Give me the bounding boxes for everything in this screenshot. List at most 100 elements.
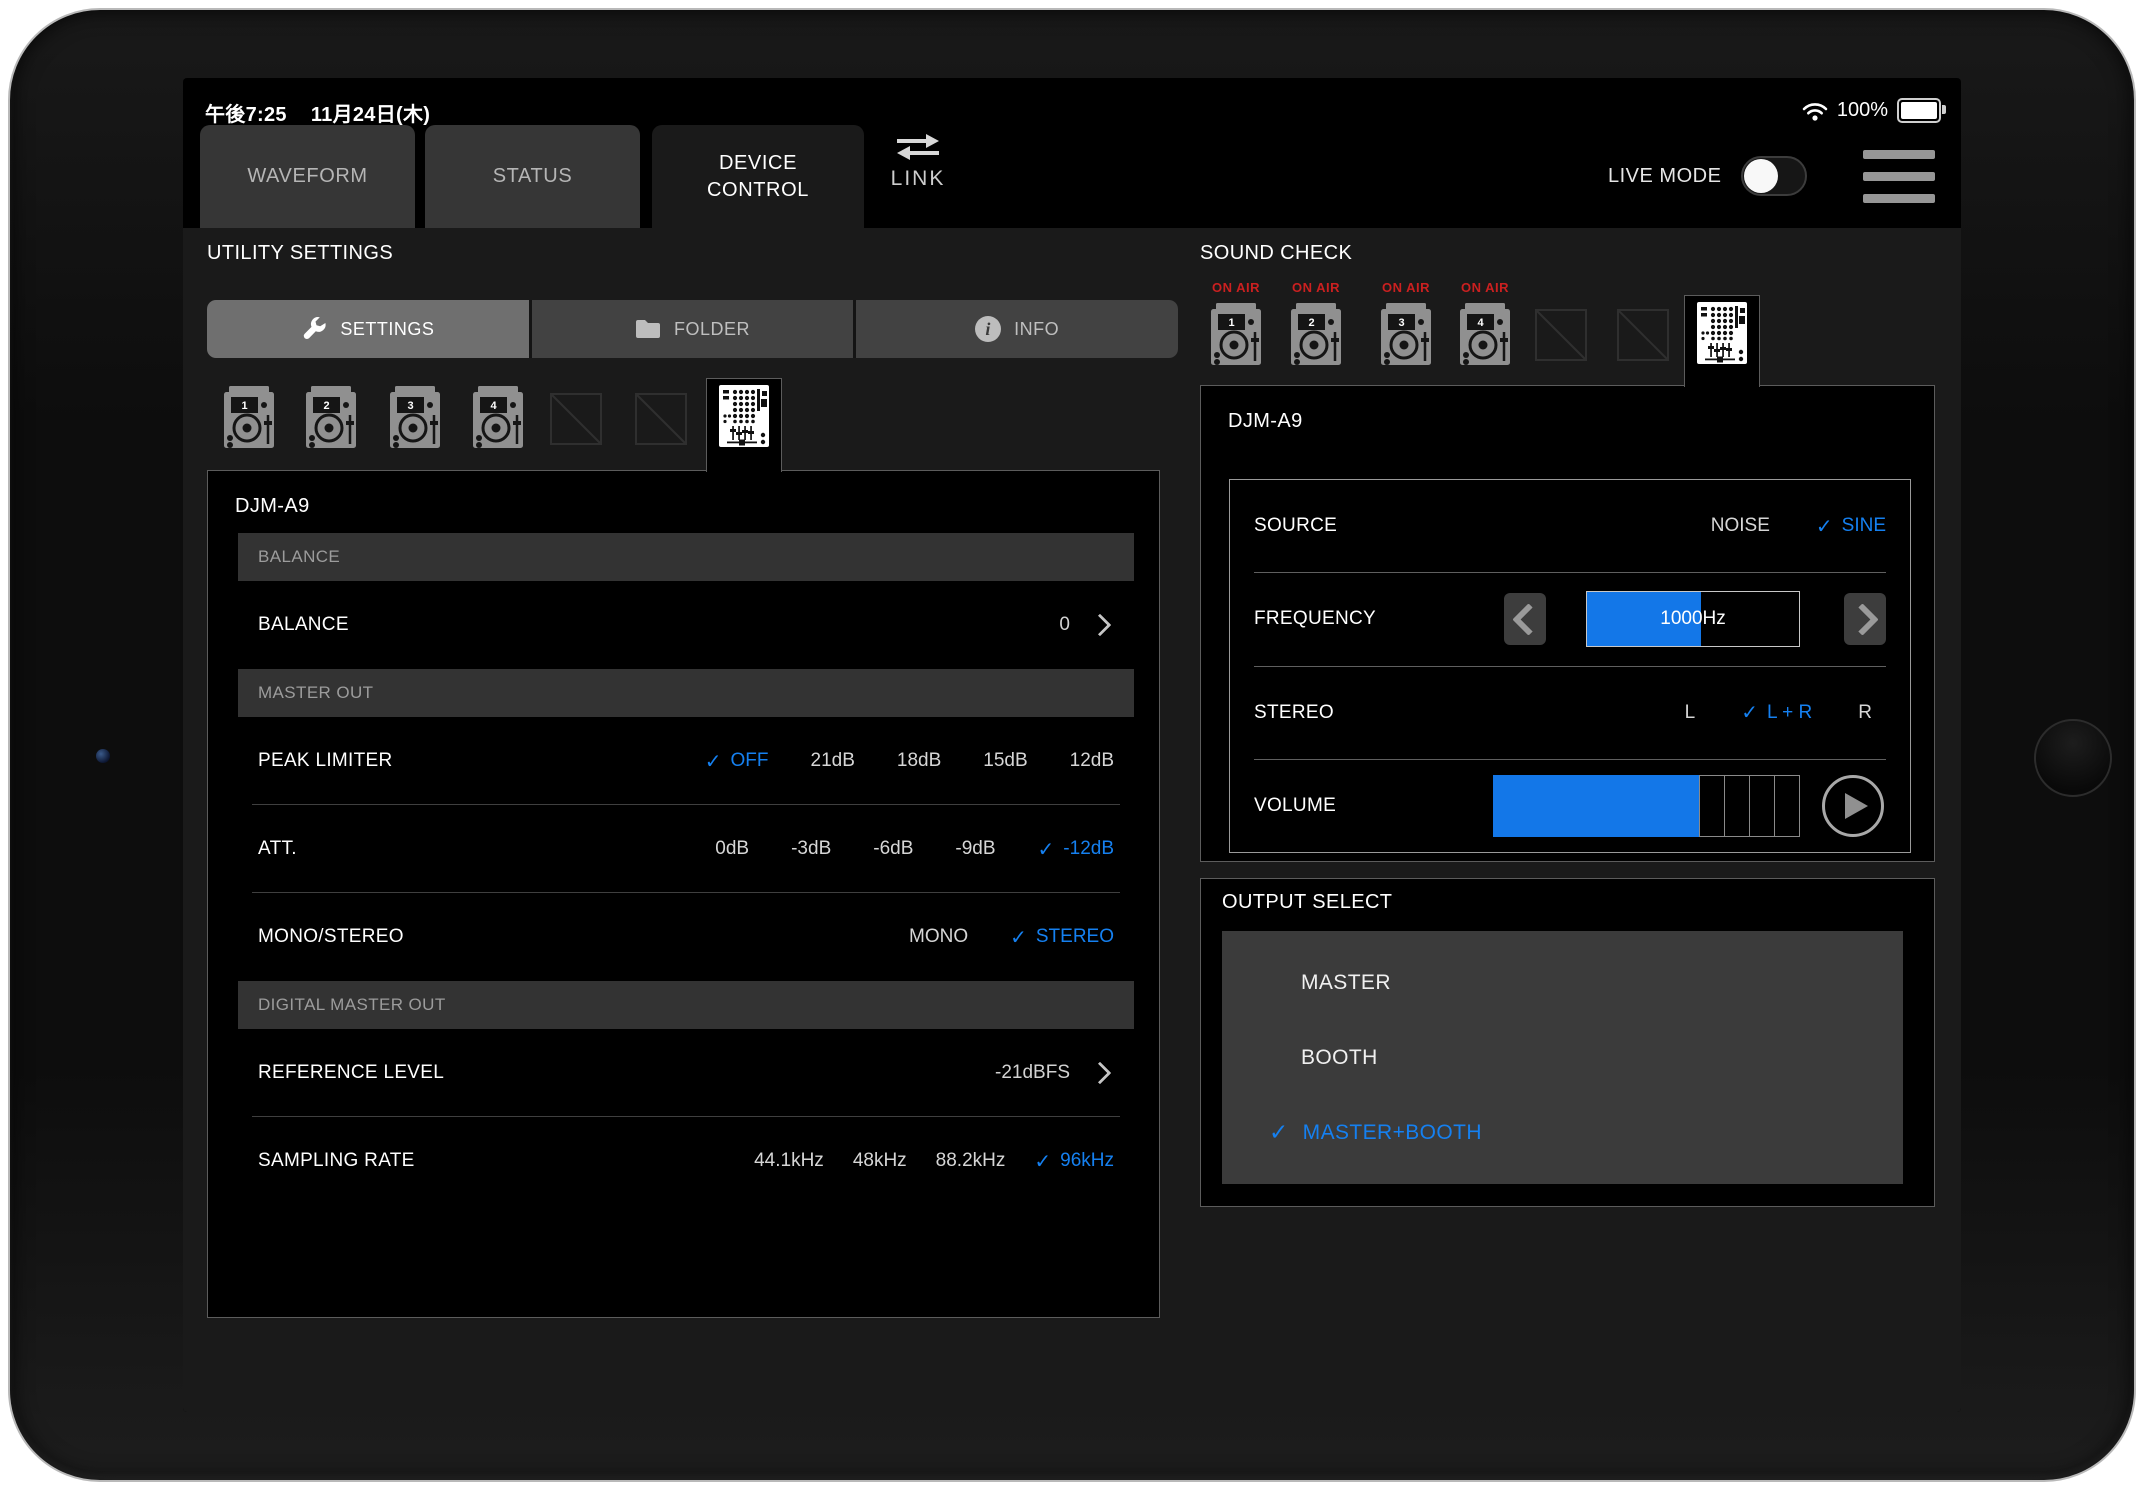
option-15db[interactable]: 15dB	[983, 750, 1027, 772]
play-icon	[1845, 793, 1868, 819]
option-off[interactable]: ✓OFF	[705, 749, 769, 774]
home-button[interactable]	[2034, 719, 2112, 797]
row-reference-level[interactable]: REFERENCE LEVEL -21dBFS	[238, 1029, 1134, 1117]
soundcheck-player-2-icon[interactable]: 2	[1288, 302, 1344, 366]
empty-slot-icon	[635, 393, 687, 445]
info-icon: i	[975, 316, 1001, 342]
check-icon: ✓	[1816, 514, 1833, 539]
volume-fill	[1493, 775, 1700, 837]
player-3-icon[interactable]: 3	[387, 385, 443, 449]
row-sampling-rate: SAMPLING RATE 44.1kHz 48kHz 88.2kHz ✓96k…	[238, 1117, 1134, 1173]
settings-list: BALANCE BALANCE 0 MASTER OUT PEAK LIMITE…	[238, 533, 1134, 1173]
row-volume: VOLUME	[1230, 760, 1910, 852]
row-stereo: STEREO L ✓L + R R	[1230, 667, 1910, 759]
mixer-icon-selected[interactable]	[706, 378, 782, 472]
battery-percent: 100%	[1837, 99, 1888, 122]
tab-waveform[interactable]: WAVEFORM	[200, 125, 415, 228]
utility-tabs: SETTINGS FOLDER i INFO	[207, 300, 1178, 358]
option-96khz[interactable]: ✓96kHz	[1034, 1149, 1114, 1174]
option-stereo[interactable]: ✓STEREO	[1010, 925, 1114, 950]
play-button[interactable]	[1822, 775, 1884, 837]
clock: 午後7:25	[205, 104, 287, 126]
player-2-icon[interactable]: 2	[303, 385, 359, 449]
option-88-2khz[interactable]: 88.2kHz	[936, 1150, 1006, 1172]
date: 11月24日(木)	[311, 104, 430, 126]
svg-text:3: 3	[1398, 317, 1404, 329]
device-control-content: UTILITY SETTINGS SETTINGS FOLDER i INFO	[183, 228, 1961, 1412]
chevron-right-icon	[1089, 1062, 1112, 1085]
option-left[interactable]: L	[1685, 702, 1696, 724]
option-minus3db[interactable]: -3dB	[791, 838, 831, 860]
option-master-booth[interactable]: ✓MASTER+BOOTH	[1222, 1095, 1903, 1170]
volume-slider[interactable]	[1493, 775, 1800, 837]
link-button[interactable]: LINK	[878, 133, 958, 191]
option-booth[interactable]: BOOTH	[1222, 1020, 1903, 1095]
live-mode-control: LIVE MODE	[1608, 156, 1807, 196]
row-mono-stereo: MONO/STEREO MONO ✓STEREO	[238, 893, 1134, 981]
on-air-badge: ON AIR	[1457, 280, 1513, 295]
check-icon: ✓	[1034, 1149, 1051, 1174]
row-balance[interactable]: BALANCE 0	[238, 581, 1134, 669]
wrench-icon	[301, 316, 327, 342]
tab-settings[interactable]: SETTINGS	[207, 300, 529, 358]
section-master-out: MASTER OUT	[238, 669, 1134, 717]
soundcheck-player-3-icon[interactable]: 3	[1378, 302, 1434, 366]
frequency-up-button[interactable]	[1844, 593, 1886, 645]
option-44-1khz[interactable]: 44.1kHz	[754, 1150, 824, 1172]
tab-folder[interactable]: FOLDER	[532, 300, 854, 358]
menu-button[interactable]	[1863, 150, 1935, 216]
status-bar-right: 100%	[1802, 98, 1941, 123]
check-icon: ✓	[1741, 700, 1758, 725]
on-air-badge: ON AIR	[1288, 280, 1344, 295]
option-18db[interactable]: 18dB	[897, 750, 941, 772]
mixer-name: DJM-A9	[235, 495, 310, 518]
option-right[interactable]: R	[1858, 702, 1872, 724]
row-frequency: FREQUENCY 1000Hz	[1230, 573, 1910, 665]
tab-status[interactable]: STATUS	[425, 125, 640, 228]
row-source: SOURCE NOISE ✓SINE	[1230, 480, 1910, 572]
option-minus6db[interactable]: -6dB	[873, 838, 913, 860]
toggle-knob	[1744, 159, 1778, 193]
player-1-icon[interactable]: 1	[221, 385, 277, 449]
option-master[interactable]: MASTER	[1222, 945, 1903, 1020]
option-minus9db[interactable]: -9dB	[955, 838, 995, 860]
tab-info[interactable]: i INFO	[856, 300, 1178, 358]
soundcheck-player-4-icon[interactable]: 4	[1457, 302, 1513, 366]
utility-settings-title: UTILITY SETTINGS	[207, 242, 393, 265]
frequency-down-button[interactable]	[1504, 593, 1546, 645]
on-air-badge: ON AIR	[1208, 280, 1264, 295]
option-0db[interactable]: 0dB	[715, 838, 749, 860]
option-48khz[interactable]: 48kHz	[853, 1150, 907, 1172]
check-icon: ✓	[1269, 1119, 1289, 1146]
check-icon: ✓	[705, 749, 722, 774]
frequency-field[interactable]: 1000Hz	[1586, 591, 1800, 647]
player-4-icon[interactable]: 4	[470, 385, 526, 449]
soundcheck-mixer-icon-selected[interactable]	[1684, 295, 1760, 387]
live-mode-toggle[interactable]	[1741, 156, 1807, 196]
output-select-panel: OUTPUT SELECT MASTER BOOTH ✓MASTER+BOOTH	[1200, 878, 1935, 1207]
option-left-right[interactable]: ✓L + R	[1741, 700, 1812, 725]
option-noise[interactable]: NOISE	[1711, 515, 1770, 537]
option-mono[interactable]: MONO	[909, 926, 968, 948]
svg-text:2: 2	[323, 400, 329, 412]
sound-check-title: SOUND CHECK	[1200, 242, 1352, 265]
empty-slot-icon	[1535, 309, 1587, 361]
soundcheck-player-1-icon[interactable]: 1	[1208, 302, 1264, 366]
row-att: ATT. 0dB -3dB -6dB -9dB ✓-12dB	[238, 805, 1134, 893]
row-peak-limiter: PEAK LIMITER ✓OFF 21dB 18dB 15dB 12dB	[238, 717, 1134, 805]
balance-value: 0	[1059, 614, 1070, 636]
tab-device-control[interactable]: DEVICE CONTROL	[652, 125, 864, 228]
empty-slot-icon	[1617, 309, 1669, 361]
frequency-value: 1000Hz	[1587, 592, 1799, 646]
check-icon: ✓	[1010, 925, 1027, 950]
svg-text:4: 4	[1477, 317, 1484, 329]
battery-icon	[1897, 98, 1941, 123]
option-sine[interactable]: ✓SINE	[1816, 514, 1886, 539]
option-minus12db[interactable]: ✓-12dB	[1038, 837, 1114, 862]
svg-text:1: 1	[1228, 317, 1234, 329]
option-21db[interactable]: 21dB	[811, 750, 855, 772]
empty-slot-icon	[550, 393, 602, 445]
chevron-right-icon	[1846, 603, 1879, 636]
sound-check-panel: DJM-A9 SOURCE NOISE ✓SINE FREQUENCY	[1200, 385, 1935, 862]
option-12db[interactable]: 12dB	[1070, 750, 1114, 772]
